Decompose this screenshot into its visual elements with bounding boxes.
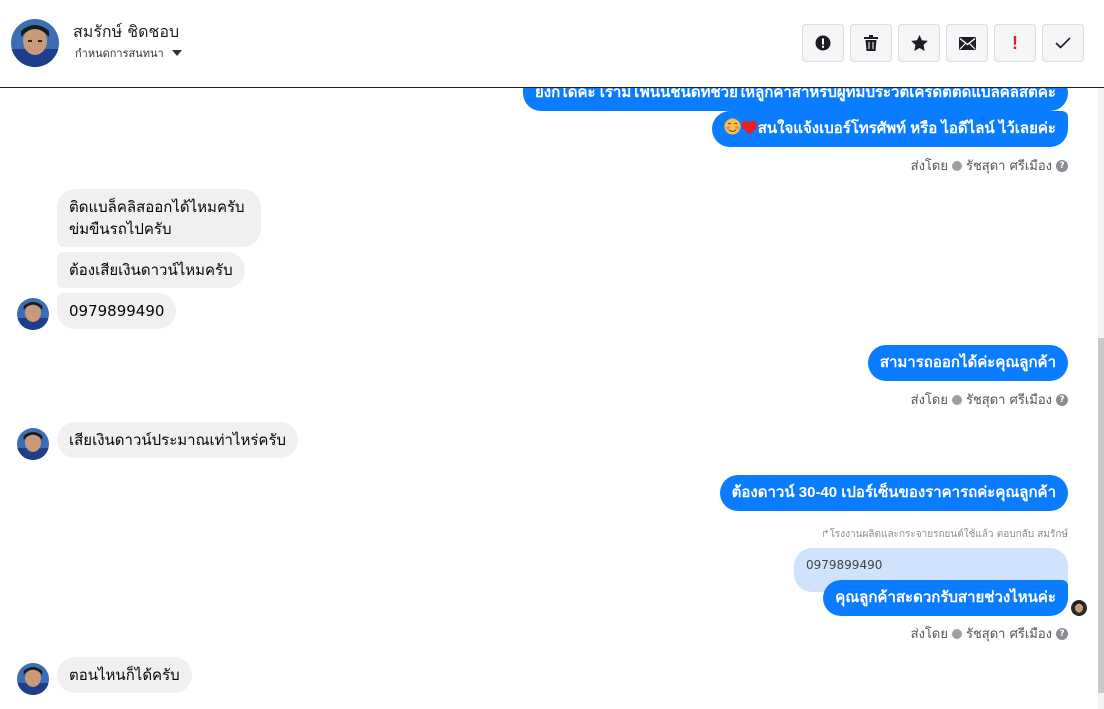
message-text: ข่มขืนรถไปครับ <box>69 220 172 238</box>
sent-by-label: ส่งโดย <box>910 159 948 174</box>
mark-unread-button[interactable] <box>946 24 988 62</box>
sent-by-label: ส่งโดย <box>910 627 948 642</box>
sent-by-info: ส่งโดย รัชสุดา ศรีเมือง ? <box>911 623 1068 644</box>
contact-avatar-small[interactable] <box>17 663 49 695</box>
sent-by-label: ส่งโดย <box>910 393 948 408</box>
delete-button[interactable] <box>850 24 892 62</box>
reply-arrow-icon: ↱ <box>821 529 830 540</box>
message-incoming: ติดแบล็คลิสออกได้ไหมครับ ข่มขืนรถไปครับ <box>57 189 261 247</box>
message-incoming: ต้องเสียเงินดาวน์ไหมครับ <box>57 252 245 288</box>
message-text: ตอนไหนก็ได้ครับ <box>69 666 180 684</box>
verified-icon <box>951 160 962 171</box>
conversation-status-dropdown[interactable]: กำหนดการสนทนา <box>75 44 182 62</box>
trash-icon <box>864 35 878 51</box>
star-icon <box>910 35 928 51</box>
message-thread[interactable]: ยังก็ได้ค่ะ เรามีโฟนนี่ชนิดที่ช่วยให้ลูก… <box>0 88 1104 709</box>
sent-by-info: ส่งโดย รัชสุดา ศรีเมือง ? <box>911 155 1068 176</box>
header-actions: ! <box>802 24 1084 62</box>
sender-name[interactable]: รัชสุดา ศรีเมือง <box>966 389 1052 410</box>
message-outgoing: สนใจแจ้งเบอร์โทรศัพท์ หรือ ไอดีไลน์ ไว้เ… <box>711 111 1068 147</box>
reply-context: ↱โรงงานผลิตและกระจายรถยนต์ใช้แล้ว ตอบกลั… <box>821 527 1068 542</box>
message-text: คุณลูกค้าสะดวกรับสายช่วงไหนค่ะ <box>835 589 1056 606</box>
envelope-icon <box>958 36 976 50</box>
message-outgoing: ต้องดาวน์ 30-40 เปอร์เซ็นของราคารถค่ะคุณ… <box>719 475 1068 511</box>
message-incoming: เสียเงินดาวน์ประมาณเท่าไหร่ครับ <box>57 422 299 458</box>
message-text: ต้องเสียเงินดาวน์ไหมครับ <box>69 261 233 279</box>
spam-icon <box>815 35 831 51</box>
message-text: ยังก็ได้ค่ะ เรามีโฟนนี่ชนิดที่ช่วยให้ลูก… <box>534 88 1056 101</box>
conversation-header: สมรักษ์ ชิดชอบ กำหนดการสนทนา ! <box>0 0 1104 88</box>
message-outgoing: คุณลูกค้าสะดวกรับสายช่วงไหนค่ะ <box>823 580 1068 616</box>
mark-important-button[interactable]: ! <box>994 24 1036 62</box>
check-icon <box>1055 37 1071 49</box>
message-incoming: ตอนไหนก็ได้ครับ <box>57 657 192 693</box>
sender-name[interactable]: รัชสุดา ศรีเมือง <box>966 155 1052 176</box>
message-outgoing: สามารถออกได้ค่ะคุณลูกค้า <box>867 345 1068 381</box>
sent-by-info: ส่งโดย รัชสุดา ศรีเมือง ? <box>911 389 1068 410</box>
contact-avatar-small[interactable] <box>17 298 49 330</box>
star-button[interactable] <box>898 24 940 62</box>
seen-avatar <box>1071 600 1087 616</box>
contact-avatar[interactable] <box>11 19 59 67</box>
verified-icon <box>951 394 962 405</box>
message-text: เสียเงินดาวน์ประมาณเท่าไหร่ครับ <box>69 431 287 449</box>
message-text: ต้องดาวน์ 30-40 เปอร์เซ็นของราคารถค่ะคุณ… <box>731 484 1056 501</box>
verified-icon <box>951 628 962 639</box>
quoted-text: 0979899490 <box>806 558 883 572</box>
message-outgoing: ยังก็ได้ค่ะ เรามีโฟนนี่ชนิดที่ช่วยให้ลูก… <box>522 88 1068 111</box>
red-heart-emoji-icon <box>741 120 758 135</box>
caret-down-icon <box>171 50 182 56</box>
smiling-hearts-emoji-icon <box>724 118 741 135</box>
conversation-status-label: กำหนดการสนทนา <box>75 47 164 60</box>
help-icon[interactable]: ? <box>1056 627 1068 640</box>
scrollbar[interactable] <box>1098 88 1104 709</box>
message-text: ติดแบล็คลิสออกได้ไหมครับ <box>69 198 245 216</box>
mark-done-button[interactable] <box>1042 24 1084 62</box>
reply-note-text: โรงงานผลิตและกระจายรถยนต์ใช้แล้ว ตอบกลับ… <box>829 529 1068 540</box>
help-icon[interactable]: ? <box>1056 159 1068 172</box>
important-icon: ! <box>1012 32 1018 53</box>
message-text[interactable]: 0979899490 <box>69 302 164 320</box>
mark-spam-button[interactable] <box>802 24 844 62</box>
help-icon[interactable]: ? <box>1056 393 1068 406</box>
contact-avatar-small[interactable] <box>17 428 49 460</box>
message-text: สนใจแจ้งเบอร์โทรศัพท์ หรือ ไอดีไลน์ ไว้เ… <box>757 120 1056 137</box>
contact-name: สมรักษ์ ชิดชอบ <box>73 22 180 41</box>
sender-name[interactable]: รัชสุดา ศรีเมือง <box>966 623 1052 644</box>
message-incoming: 0979899490 <box>57 293 177 329</box>
message-text: สามารถออกได้ค่ะคุณลูกค้า <box>879 354 1056 371</box>
scrollbar-thumb[interactable] <box>1098 338 1104 693</box>
